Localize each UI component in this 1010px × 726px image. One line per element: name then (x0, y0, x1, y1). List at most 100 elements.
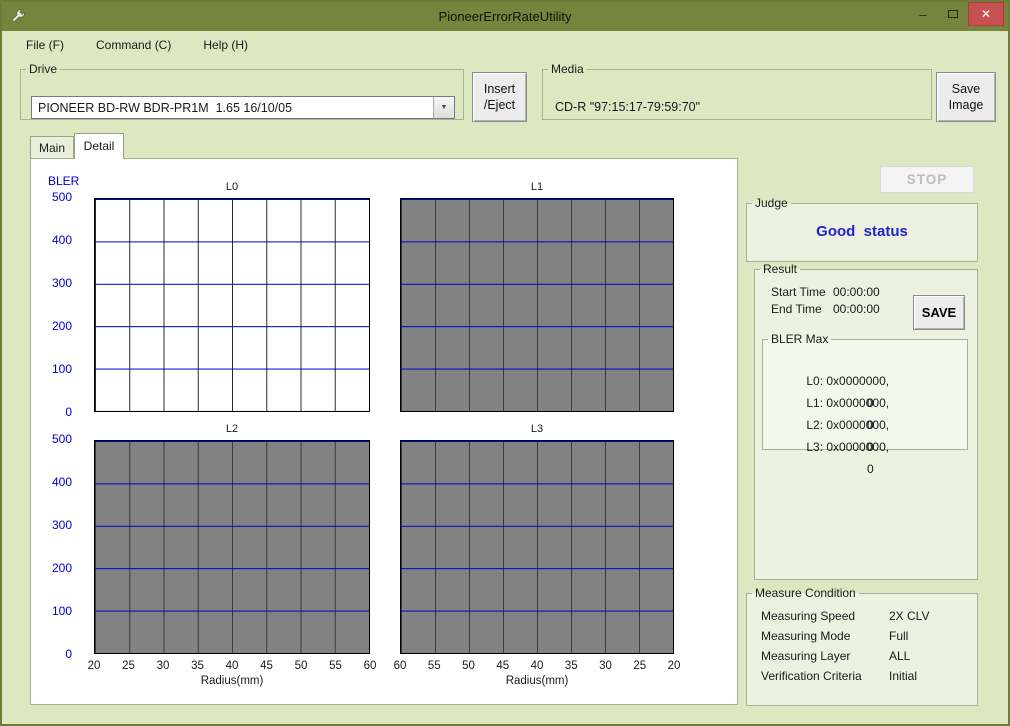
save-image-button[interactable]: Save Image (936, 72, 996, 122)
result-group: Result Start Time 00:00:00 End Time 00:0… (754, 262, 978, 580)
end-time-value: 00:00:00 (833, 301, 880, 318)
maximize-button[interactable] (938, 2, 968, 26)
chart-l0 (94, 198, 370, 412)
media-group: Media CD-R "97:15:17-79:59:70" (542, 62, 932, 120)
x-axis-ticks-right: 60 55 50 45 40 35 30 25 20 (389, 660, 685, 674)
y-tick: 0 (65, 405, 72, 420)
x-tick: 45 (256, 660, 278, 674)
start-time-label: Start Time (771, 285, 826, 299)
y-tick: 400 (52, 475, 72, 490)
x-axis-ticks-left: 20 25 30 35 40 45 50 55 60 (83, 660, 381, 674)
menubar: File (F) Command (C) Help (H) (2, 31, 1008, 59)
drive-group-label: Drive (26, 62, 60, 76)
x-tick: 40 (221, 660, 243, 674)
x-tick: 60 (359, 660, 381, 674)
y-tick: 100 (52, 362, 72, 377)
stop-button[interactable]: STOP (880, 166, 974, 193)
x-tick: 30 (152, 660, 174, 674)
measure-condition-rows: Measuring Speed 2X CLV Measuring Mode Fu… (747, 606, 977, 686)
measuring-speed-value: 2X CLV (889, 606, 929, 626)
chart-title-l0: L0 (94, 181, 370, 193)
menu-help[interactable]: Help (H) (199, 36, 252, 54)
bler-max-rows: L0: 0x0000000, 0 L1: 0x0000000, 0 L2: 0x… (763, 348, 967, 436)
media-value: CD-R "97:15:17-79:59:70" (555, 100, 700, 114)
chart-l2 (94, 440, 370, 654)
y-tick: 100 (52, 604, 72, 619)
save-image-label-line2: Image (949, 97, 984, 113)
bler-max-row-l0: L0: 0x0000000, 0 (763, 348, 967, 370)
measure-condition-group-label: Measure Condition (752, 586, 859, 600)
y-tick: 200 (52, 319, 72, 334)
close-button[interactable]: ✕ (968, 2, 1004, 26)
chart-title-l2: L2 (94, 423, 370, 435)
verification-criteria-row: Verification Criteria Initial (747, 666, 977, 686)
menu-command[interactable]: Command (C) (92, 36, 175, 54)
tab-detail[interactable]: Detail (74, 133, 124, 159)
chart-l1 (400, 198, 674, 412)
x-tick: 50 (458, 660, 480, 674)
window-controls: – ✕ (908, 2, 1004, 31)
measuring-mode-label: Measuring Mode (761, 629, 850, 643)
measuring-mode-row: Measuring Mode Full (747, 626, 977, 646)
result-group-label: Result (760, 262, 800, 276)
bler-max-row-l3: L3: 0x0000000, 0 (763, 414, 967, 436)
drive-selected-value: PIONEER BD-RW BDR-PR1M 1.65 16/10/05 (32, 101, 433, 115)
measuring-layer-label: Measuring Layer (761, 649, 850, 663)
x-tick: 20 (83, 660, 105, 674)
titlebar: PioneerErrorRateUtility – ✕ (2, 2, 1008, 31)
x-tick: 20 (663, 660, 685, 674)
app-window: PioneerErrorRateUtility – ✕ File (F) Com… (0, 0, 1010, 726)
bler-max-l3-value: 0 (867, 458, 874, 480)
minimize-button[interactable]: – (908, 2, 938, 26)
x-tick: 40 (526, 660, 548, 674)
bler-max-group: BLER Max L0: 0x0000000, 0 L1: 0x0000000,… (762, 332, 968, 450)
verification-criteria-label: Verification Criteria (761, 669, 862, 683)
chevron-down-icon: ▼ (433, 97, 454, 118)
chart-title-l3: L3 (400, 423, 674, 435)
measuring-layer-row: Measuring Layer ALL (747, 646, 977, 666)
y-tick: 500 (52, 190, 72, 205)
chart-title-l1: L1 (400, 181, 674, 193)
y-tick: 400 (52, 233, 72, 248)
drive-select[interactable]: PIONEER BD-RW BDR-PR1M 1.65 16/10/05 ▼ (31, 96, 455, 119)
window-title: PioneerErrorRateUtility (2, 9, 1008, 24)
x-tick: 30 (595, 660, 617, 674)
x-tick: 50 (290, 660, 312, 674)
x-tick: 55 (423, 660, 445, 674)
end-time-label: End Time (771, 302, 822, 316)
menu-file[interactable]: File (F) (22, 36, 68, 54)
y-tick: 200 (52, 561, 72, 576)
x-axis-label-right: Radius(mm) (400, 675, 674, 687)
x-tick: 25 (118, 660, 140, 674)
x-tick: 35 (560, 660, 582, 674)
chart-l3 (400, 440, 674, 654)
y-axis-ticks-bottom: 500 400 300 200 100 0 (30, 432, 72, 662)
bler-axis-label: BLER (48, 174, 79, 188)
maximize-icon (948, 10, 958, 18)
bler-max-row-l1: L1: 0x0000000, 0 (763, 370, 967, 392)
insert-eject-button[interactable]: Insert /Eject (472, 72, 527, 122)
measuring-mode-value: Full (889, 626, 908, 646)
y-tick: 300 (52, 518, 72, 533)
judge-group: Judge Good status (746, 196, 978, 262)
measure-condition-group: Measure Condition Measuring Speed 2X CLV… (746, 586, 978, 706)
save-button[interactable]: SAVE (913, 295, 965, 330)
insert-eject-label-line1: Insert (484, 81, 515, 97)
x-tick: 60 (389, 660, 411, 674)
tab-main[interactable]: Main (30, 136, 74, 158)
measuring-speed-label: Measuring Speed (761, 609, 855, 623)
bler-max-group-label: BLER Max (768, 332, 831, 346)
judge-status: Good status (747, 223, 977, 240)
x-tick: 35 (187, 660, 209, 674)
start-time-value: 00:00:00 (833, 284, 880, 301)
y-tick: 500 (52, 432, 72, 447)
x-tick: 45 (492, 660, 514, 674)
y-axis-ticks-top: 500 400 300 200 100 0 (30, 190, 72, 420)
bler-max-row-l2: L2: 0x0000000, 0 (763, 392, 967, 414)
measuring-layer-value: ALL (889, 646, 910, 666)
media-group-label: Media (548, 62, 587, 76)
x-tick: 55 (325, 660, 347, 674)
x-axis-label-left: Radius(mm) (94, 675, 370, 687)
measuring-speed-row: Measuring Speed 2X CLV (747, 606, 977, 626)
x-tick: 25 (629, 660, 651, 674)
